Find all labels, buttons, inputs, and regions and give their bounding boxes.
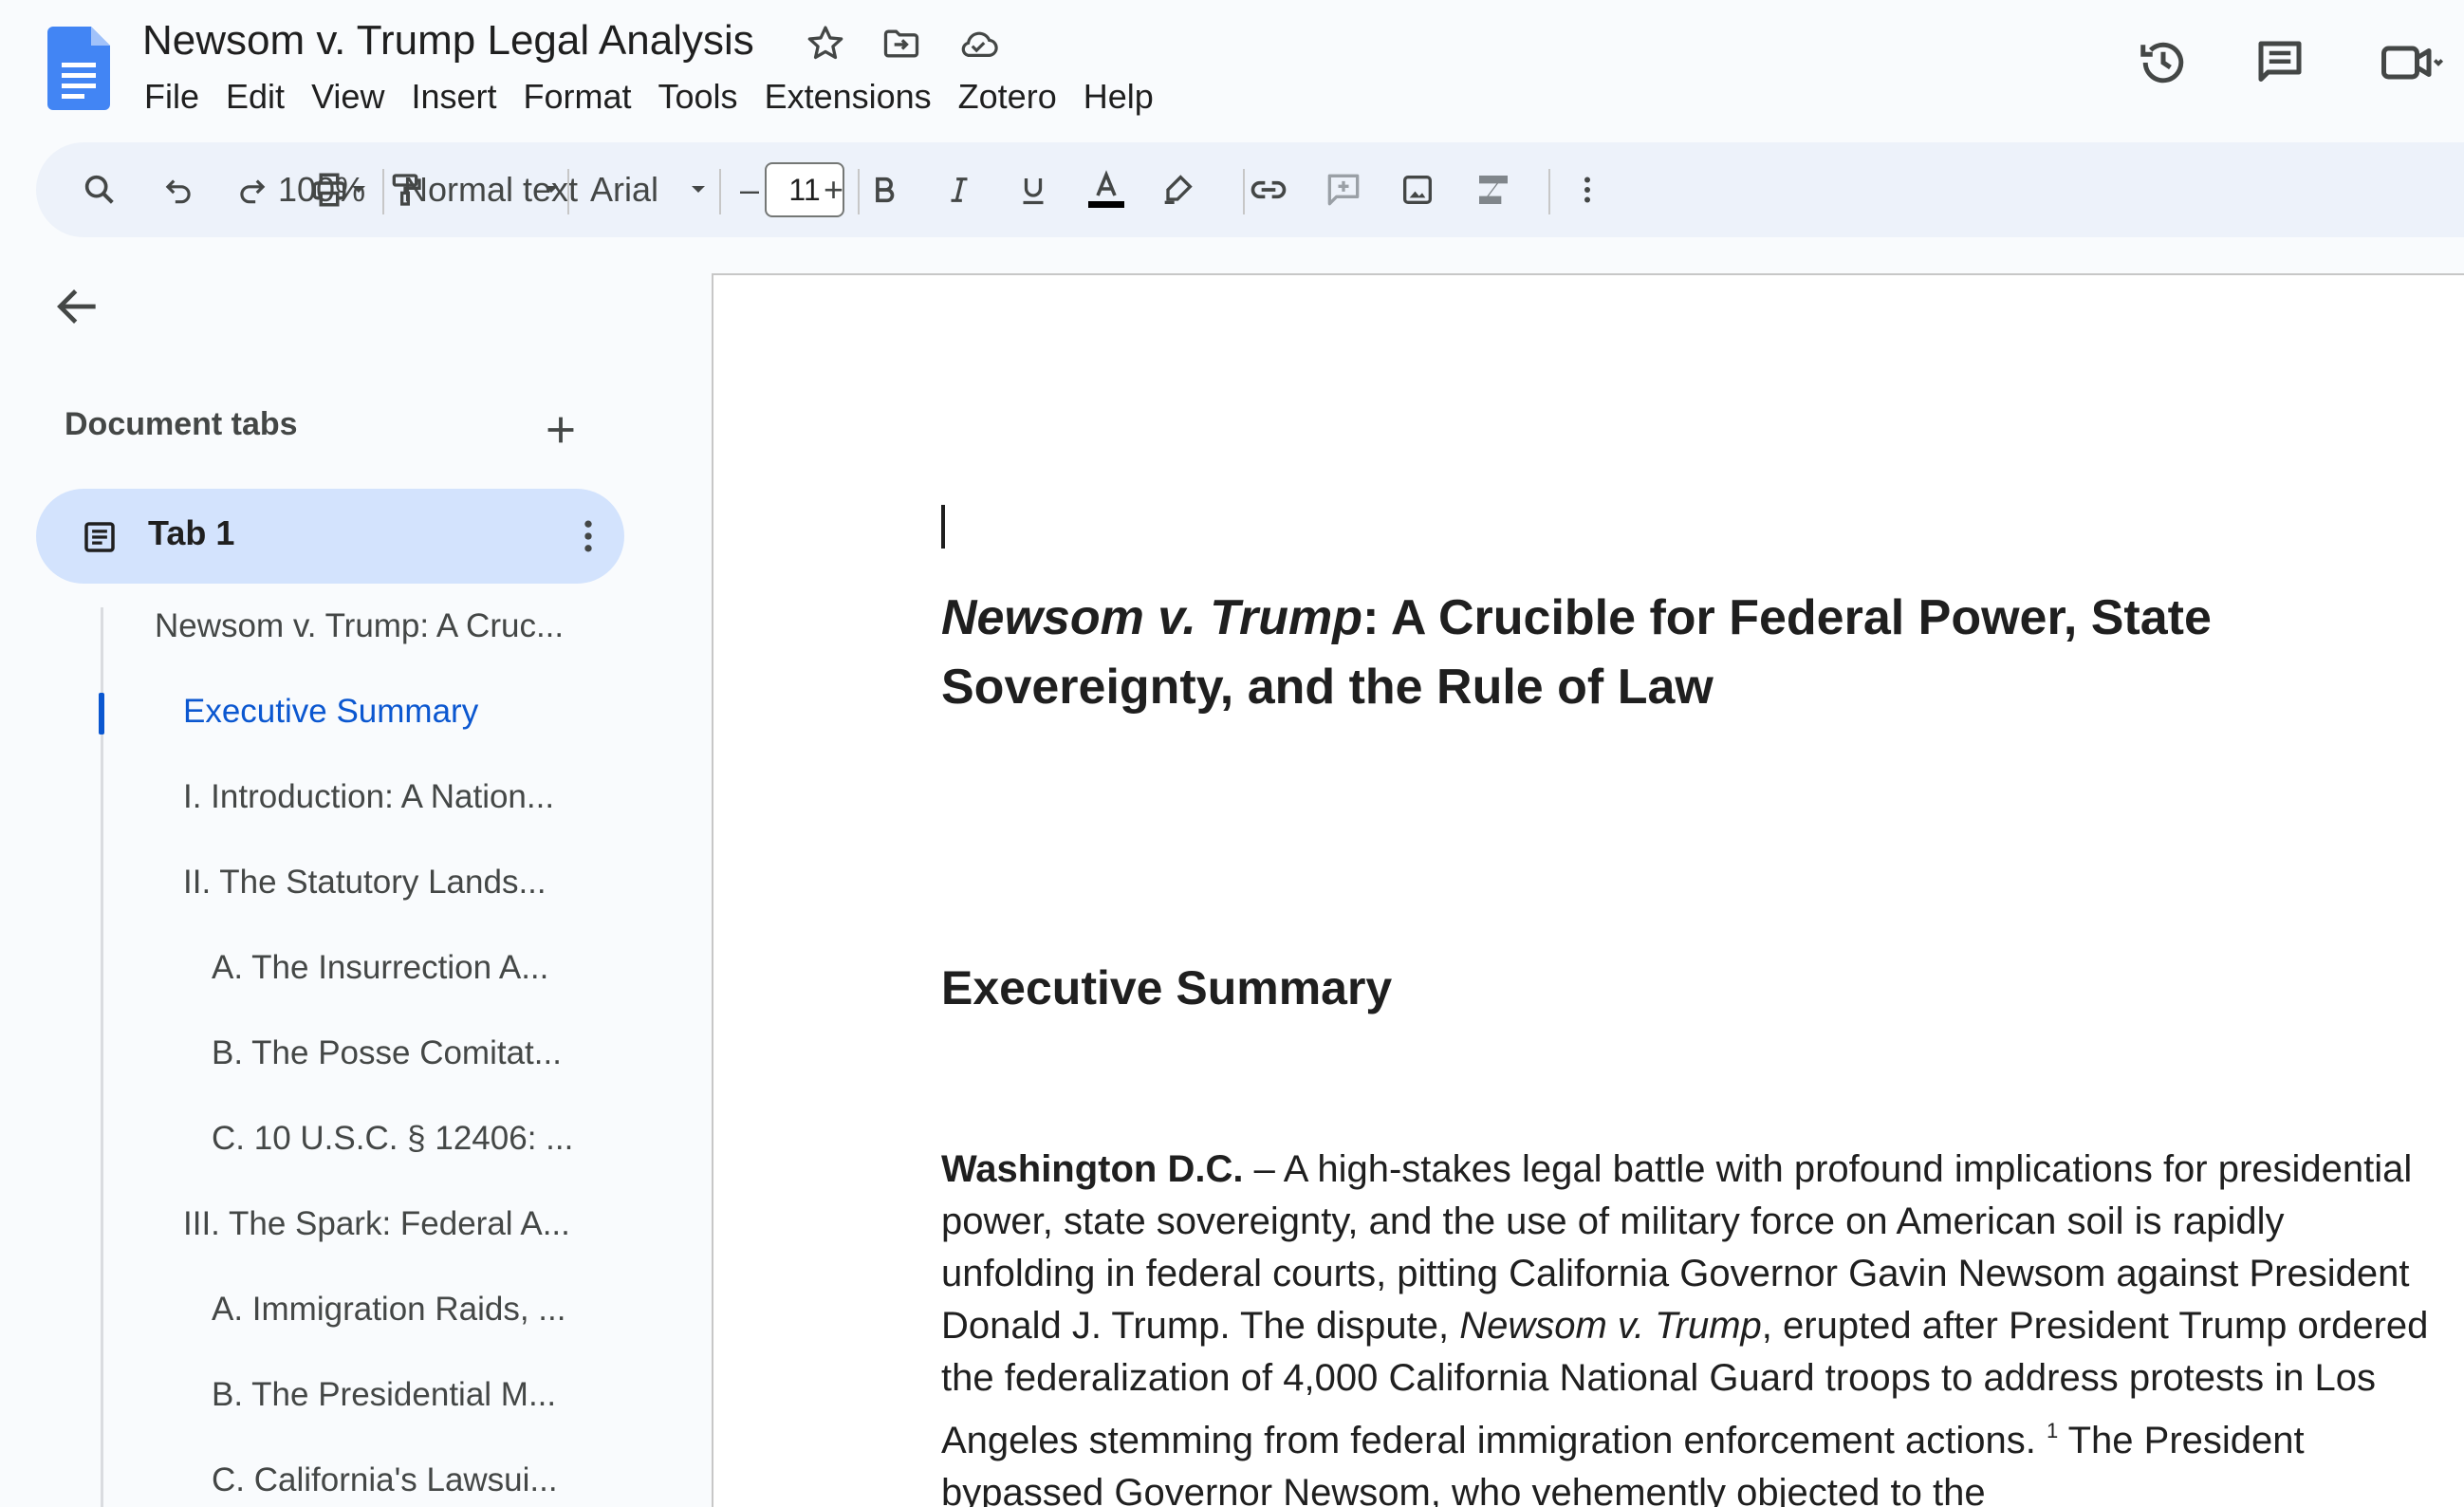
tab-1[interactable]: Tab 1 [36,489,624,584]
star-icon[interactable] [805,23,846,65]
move-folder-icon[interactable] [880,23,922,65]
menu-help[interactable]: Help [1070,74,1167,120]
link-icon[interactable] [1245,166,1292,214]
toolbar-divider [719,169,721,214]
document-tab-icon [80,517,120,557]
chevron-down-icon[interactable] [542,180,561,199]
underline-icon[interactable] [1010,166,1057,214]
toolbar-divider [1548,169,1550,214]
document-tabs-heading: Document tabs [65,406,298,442]
document-tabs-sidebar: Document tabs Tab 1 Newsom v. Trump: A C… [0,237,683,1507]
more-vert-icon[interactable] [567,515,609,557]
docs-logo[interactable] [47,27,110,110]
history-icon[interactable] [2135,34,2192,91]
section-heading[interactable]: Executive Summary [941,960,1392,1015]
document-page[interactable]: Newsom v. Trump: A Crucible for Federal … [712,273,2464,1507]
text-color-icon[interactable] [1083,166,1130,214]
video-call-icon[interactable] [2377,34,2443,91]
outline-item[interactable]: A. Immigration Raids, ... [212,1291,565,1329]
redo-icon[interactable] [229,166,276,214]
dateline: Washington D.C. [941,1148,1244,1190]
chevron-down-icon[interactable] [689,180,708,199]
menu-edit[interactable]: Edit [213,74,298,120]
outline-item[interactable]: C. California's Lawsui... [212,1461,558,1499]
outline-item[interactable]: B. The Posse Comitat... [212,1034,562,1072]
menu-extensions[interactable]: Extensions [751,74,945,120]
title-bar: Newsom v. Trump Legal Analysis File Edit… [0,0,2464,142]
heading-case-name: Newsom v. Trump [941,590,1363,645]
toolbar-divider [858,169,860,214]
toolbar: 100% Normal text Arial – 11 + [36,142,2464,237]
menu-view[interactable]: View [298,74,398,120]
toolbar-divider [567,169,569,214]
menu-format[interactable]: Format [510,74,645,120]
outline-item[interactable]: III. The Spark: Federal A... [183,1205,570,1243]
font-value: Arial [590,170,659,209]
menu-bar: File Edit View Insert Format Tools Exten… [131,74,1167,120]
outline-item[interactable]: C. 10 U.S.C. § 12406: ... [212,1120,573,1158]
outline-item-active[interactable]: Executive Summary [183,693,478,731]
footnote-ref[interactable]: 1 [2047,1419,2058,1442]
body-paragraph[interactable]: Washington D.C. – A high-stakes legal ba… [941,1144,2440,1507]
image-icon[interactable] [1394,166,1441,214]
toolbar-divider [382,169,384,214]
outline-active-indicator [99,693,104,735]
cloud-saved-icon[interactable] [956,23,998,65]
document-heading[interactable]: Newsom v. Trump: A Crucible for Federal … [941,584,2421,722]
italic-icon[interactable] [936,166,983,214]
font-select[interactable]: Arial [590,163,658,216]
text-cursor [941,505,945,549]
comments-icon[interactable] [2251,34,2308,91]
chevron-down-icon[interactable] [349,180,368,199]
undo-icon[interactable] [155,166,202,214]
clear-format-icon[interactable] [1470,166,1517,214]
outline-item[interactable]: I. Introduction: A Nation... [183,778,554,816]
outline-rail [101,607,103,1507]
decrease-font-size-button[interactable]: – [740,163,759,216]
case-name-italic: Newsom v. Trump [1459,1305,1762,1347]
menu-tools[interactable]: Tools [645,74,751,120]
more-vert-icon[interactable] [1564,166,1611,214]
bold-icon[interactable] [861,166,908,214]
outline-item[interactable]: Newsom v. Trump: A Cruc... [155,607,564,645]
increase-font-size-button[interactable]: + [824,163,843,216]
menu-zotero[interactable]: Zotero [945,74,1070,120]
back-arrow-icon[interactable] [51,280,104,333]
search-icon[interactable] [76,166,123,214]
tab-label: Tab 1 [148,513,235,552]
highlight-icon[interactable] [1154,166,1201,214]
outline-item[interactable]: B. The Presidential M... [212,1376,556,1414]
outline-item[interactable]: A. The Insurrection A... [212,949,548,987]
add-comment-icon[interactable] [1320,166,1367,214]
add-tab-icon[interactable] [539,408,583,452]
menu-insert[interactable]: Insert [398,74,509,120]
outline-item[interactable]: II. The Statutory Lands... [183,864,547,902]
document-title[interactable]: Newsom v. Trump Legal Analysis [142,17,754,65]
menu-file[interactable]: File [131,74,213,120]
